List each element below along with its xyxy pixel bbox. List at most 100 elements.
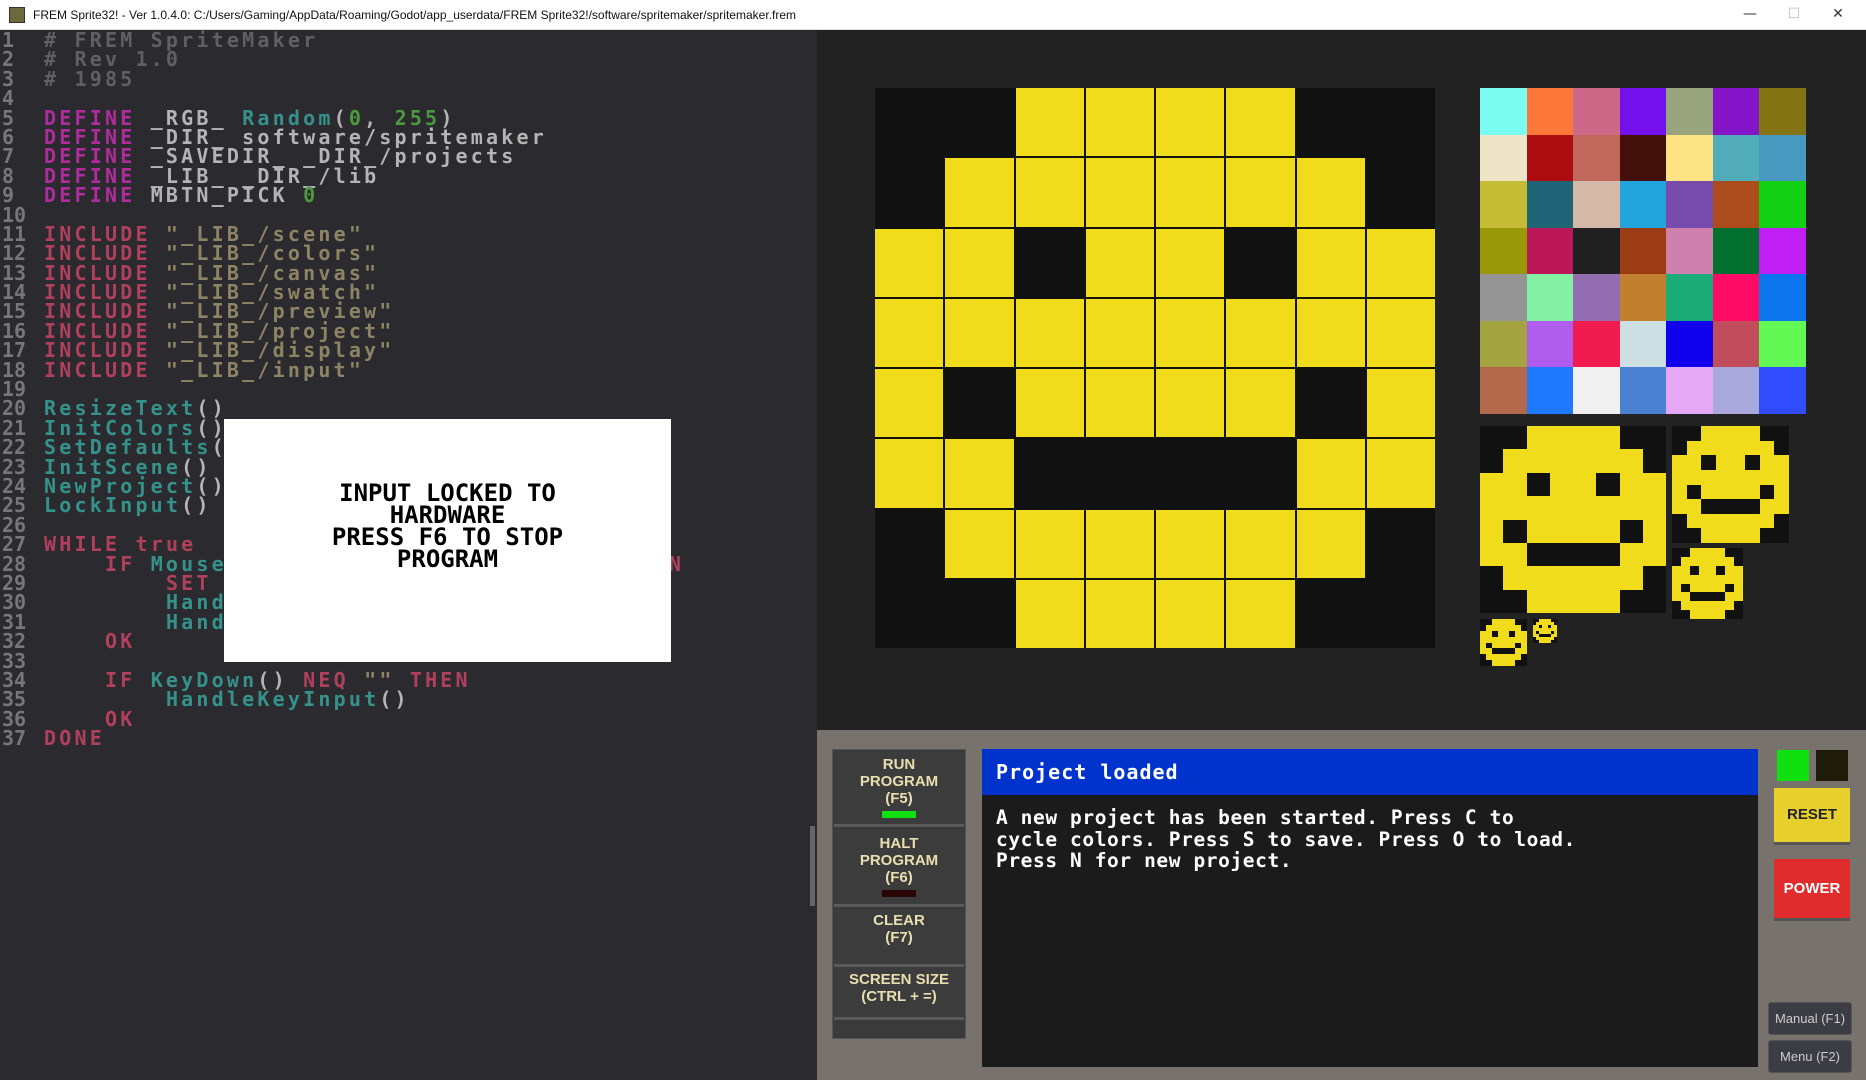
- canvas-pixel[interactable]: [875, 510, 943, 578]
- palette-swatch[interactable]: [1527, 274, 1574, 321]
- palette-swatch[interactable]: [1666, 228, 1713, 275]
- canvas-pixel[interactable]: [875, 88, 943, 156]
- canvas-pixel[interactable]: [875, 580, 943, 648]
- canvas-pixel[interactable]: [1016, 158, 1084, 226]
- canvas-pixel[interactable]: [1226, 510, 1294, 578]
- canvas-pixel[interactable]: [1016, 580, 1084, 648]
- canvas-pixel[interactable]: [1016, 299, 1084, 367]
- canvas-pixel[interactable]: [1367, 158, 1435, 226]
- canvas-pixel[interactable]: [945, 369, 1013, 437]
- palette-swatch[interactable]: [1620, 228, 1667, 275]
- close-button[interactable]: ✕: [1816, 0, 1860, 30]
- canvas-pixel[interactable]: [945, 158, 1013, 226]
- palette-swatch[interactable]: [1527, 135, 1574, 182]
- canvas-pixel[interactable]: [1086, 369, 1154, 437]
- menu-button[interactable]: Menu (F2): [1768, 1040, 1852, 1073]
- code-scrollbar[interactable]: [810, 826, 815, 906]
- canvas-pixel[interactable]: [1086, 229, 1154, 297]
- palette-swatch[interactable]: [1666, 135, 1713, 182]
- canvas-pixel[interactable]: [1367, 88, 1435, 156]
- palette-swatch[interactable]: [1527, 228, 1574, 275]
- palette-swatch[interactable]: [1759, 88, 1806, 135]
- palette-swatch[interactable]: [1620, 135, 1667, 182]
- palette-swatch[interactable]: [1713, 88, 1760, 135]
- canvas-pixel[interactable]: [1297, 369, 1365, 437]
- palette-swatch[interactable]: [1666, 367, 1713, 414]
- palette-swatch[interactable]: [1759, 274, 1806, 321]
- clear-button[interactable]: CLEAR (F7): [834, 909, 964, 967]
- canvas-pixel[interactable]: [945, 229, 1013, 297]
- canvas-pixel[interactable]: [945, 439, 1013, 507]
- canvas-pixel[interactable]: [1226, 369, 1294, 437]
- canvas-pixel[interactable]: [945, 580, 1013, 648]
- code-line[interactable]: 18INCLUDE "_LIB_/input": [0, 361, 817, 380]
- canvas-pixel[interactable]: [1226, 158, 1294, 226]
- screen-size-button[interactable]: SCREEN SIZE (CTRL + =): [834, 968, 964, 1020]
- palette-swatch[interactable]: [1713, 367, 1760, 414]
- palette-swatch[interactable]: [1759, 367, 1806, 414]
- palette-swatch[interactable]: [1527, 321, 1574, 368]
- palette-swatch[interactable]: [1573, 181, 1620, 228]
- run-program-button[interactable]: RUN PROGRAM (F5): [834, 751, 964, 827]
- palette-swatch[interactable]: [1666, 274, 1713, 321]
- canvas-pixel[interactable]: [1367, 229, 1435, 297]
- canvas-pixel[interactable]: [1086, 158, 1154, 226]
- palette-swatch[interactable]: [1620, 321, 1667, 368]
- canvas-pixel[interactable]: [1156, 229, 1224, 297]
- palette-swatch[interactable]: [1666, 181, 1713, 228]
- canvas-pixel[interactable]: [1297, 229, 1365, 297]
- canvas-pixel[interactable]: [1086, 299, 1154, 367]
- canvas-pixel[interactable]: [945, 510, 1013, 578]
- palette-swatch[interactable]: [1713, 181, 1760, 228]
- color-palette[interactable]: [1480, 88, 1806, 414]
- canvas-pixel[interactable]: [1297, 510, 1365, 578]
- canvas-pixel[interactable]: [1156, 158, 1224, 226]
- palette-swatch[interactable]: [1480, 135, 1527, 182]
- canvas-pixel[interactable]: [1367, 369, 1435, 437]
- canvas-pixel[interactable]: [1016, 510, 1084, 578]
- canvas-pixel[interactable]: [1016, 88, 1084, 156]
- canvas-pixel[interactable]: [1367, 439, 1435, 507]
- palette-swatch[interactable]: [1527, 88, 1574, 135]
- code-line[interactable]: 3# 1985: [0, 70, 817, 89]
- code-line[interactable]: 36 OK: [0, 710, 817, 729]
- minimize-button[interactable]: —: [1728, 0, 1772, 30]
- power-button[interactable]: POWER: [1774, 859, 1850, 921]
- canvas-pixel[interactable]: [1226, 88, 1294, 156]
- palette-swatch[interactable]: [1573, 88, 1620, 135]
- canvas-pixel[interactable]: [1297, 439, 1365, 507]
- canvas-pixel[interactable]: [1086, 88, 1154, 156]
- canvas-pixel[interactable]: [1297, 299, 1365, 367]
- canvas-pixel[interactable]: [1367, 580, 1435, 648]
- canvas-pixel[interactable]: [1226, 439, 1294, 507]
- canvas-pixel[interactable]: [1367, 299, 1435, 367]
- canvas-pixel[interactable]: [875, 229, 943, 297]
- palette-swatch[interactable]: [1759, 181, 1806, 228]
- canvas-pixel[interactable]: [875, 369, 943, 437]
- canvas-pixel[interactable]: [1086, 510, 1154, 578]
- palette-swatch[interactable]: [1620, 367, 1667, 414]
- palette-swatch[interactable]: [1573, 228, 1620, 275]
- canvas-pixel[interactable]: [1226, 229, 1294, 297]
- palette-swatch[interactable]: [1480, 181, 1527, 228]
- canvas-pixel[interactable]: [1297, 158, 1365, 226]
- canvas-pixel[interactable]: [1226, 580, 1294, 648]
- palette-swatch[interactable]: [1480, 321, 1527, 368]
- canvas-pixel[interactable]: [945, 299, 1013, 367]
- code-line[interactable]: 37DONE: [0, 729, 817, 748]
- canvas-pixel[interactable]: [1367, 510, 1435, 578]
- palette-swatch[interactable]: [1759, 321, 1806, 368]
- palette-swatch[interactable]: [1713, 228, 1760, 275]
- sprite-canvas[interactable]: [875, 88, 1435, 648]
- canvas-pixel[interactable]: [1156, 580, 1224, 648]
- code-line[interactable]: 9DEFINE MBTN_PICK 0: [0, 186, 817, 205]
- palette-swatch[interactable]: [1620, 274, 1667, 321]
- palette-swatch[interactable]: [1480, 367, 1527, 414]
- canvas-pixel[interactable]: [875, 439, 943, 507]
- canvas-pixel[interactable]: [875, 158, 943, 226]
- palette-swatch[interactable]: [1713, 135, 1760, 182]
- canvas-pixel[interactable]: [1156, 369, 1224, 437]
- canvas-pixel[interactable]: [875, 299, 943, 367]
- halt-program-button[interactable]: HALT PROGRAM (F6): [834, 829, 964, 907]
- canvas-pixel[interactable]: [1156, 439, 1224, 507]
